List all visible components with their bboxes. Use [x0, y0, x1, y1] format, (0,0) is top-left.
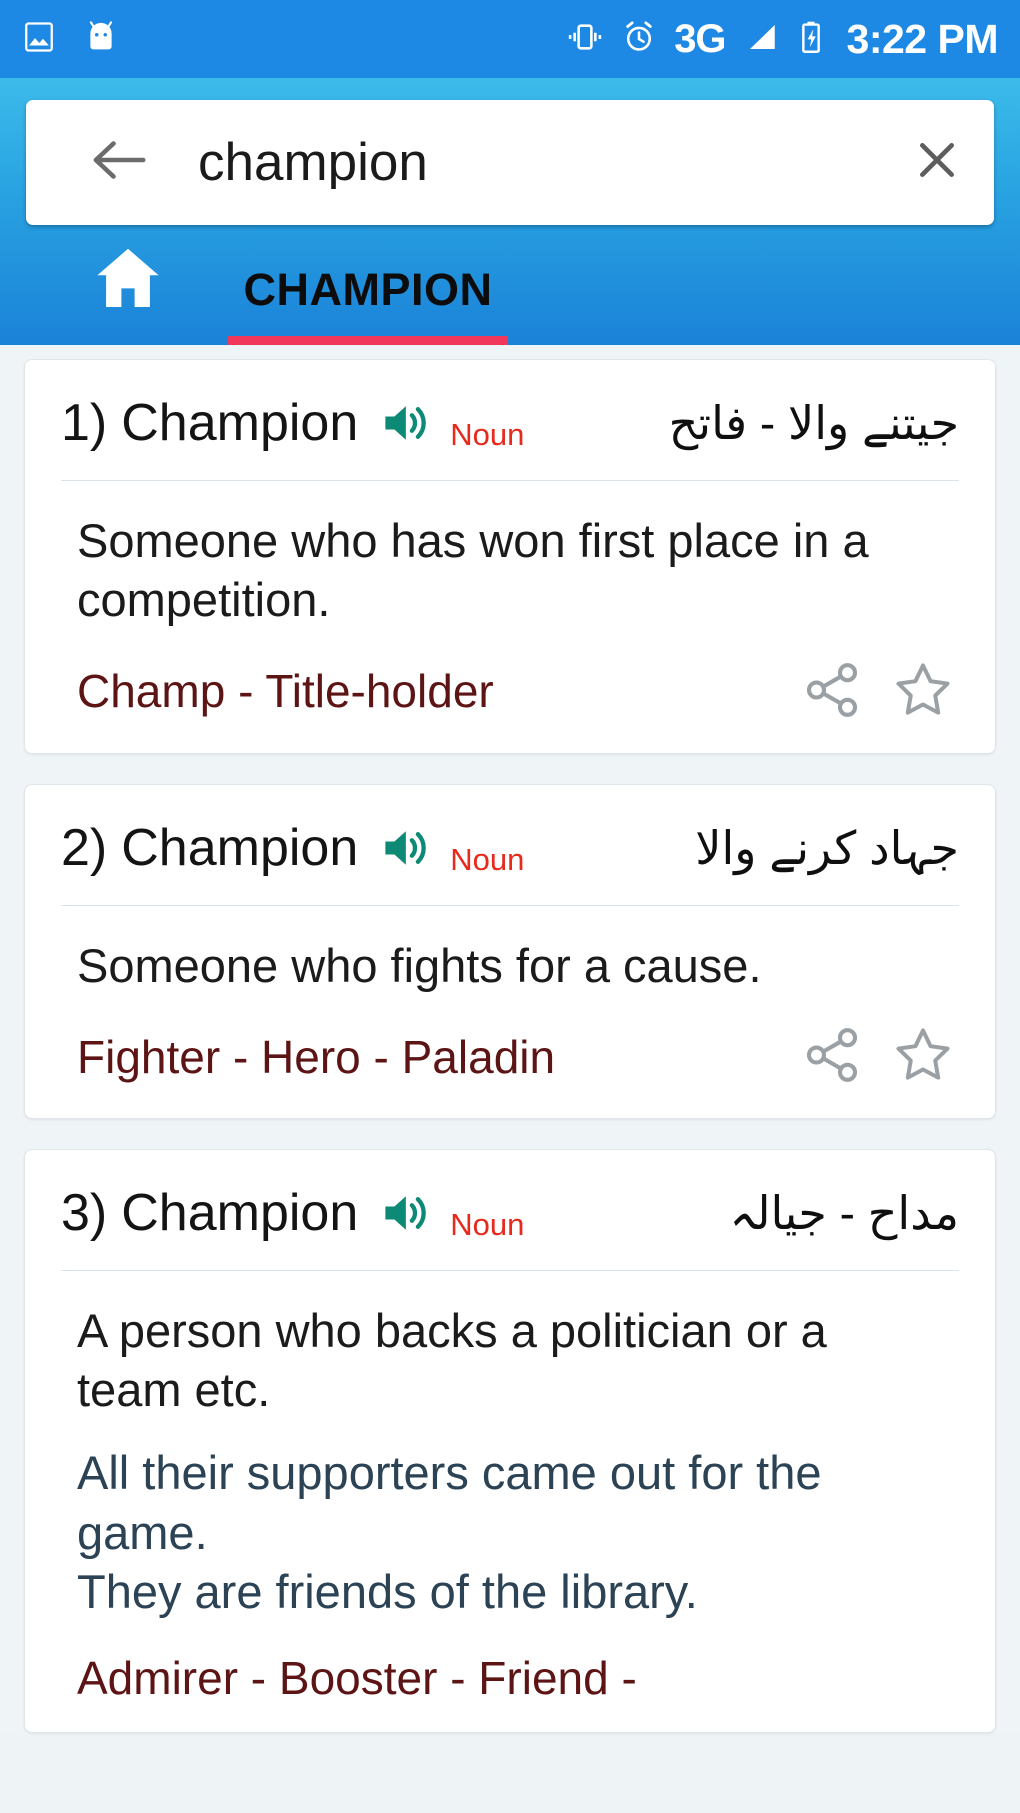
entry-header: 1) Champion Noun جیتنے والا - فاتح — [25, 360, 995, 480]
image-icon — [22, 20, 56, 59]
entry-index: 2) — [61, 818, 108, 877]
synonyms-row: Admirer - Booster - Friend - — [25, 1647, 995, 1706]
back-arrow-icon[interactable] — [86, 133, 152, 192]
status-bar-right-icons: 3G 3:22 PM — [566, 15, 999, 62]
example-list: All their supporters came out for the ga… — [77, 1443, 943, 1621]
battery-charging-icon — [798, 20, 824, 59]
part-of-speech-tag: Noun — [450, 841, 525, 877]
entry-body: A person who backs a politician or a tea… — [25, 1271, 995, 1621]
status-bar-left-icons — [22, 20, 120, 59]
part-of-speech-tag: Noun — [450, 417, 525, 453]
home-icon[interactable] — [92, 244, 164, 345]
entry-word: Champion — [121, 394, 359, 453]
search-bar[interactable]: champion — [26, 100, 994, 225]
tab-label: CHAMPION — [243, 264, 493, 315]
vibrate-icon — [566, 20, 604, 59]
synonyms-text: Fighter - Hero - Paladin — [77, 1030, 556, 1083]
definition-text: Someone who fights for a cause. — [77, 938, 762, 992]
share-icon[interactable] — [801, 1024, 863, 1091]
entry-header: 2) Champion Noun جہاد کرنے والا — [25, 785, 995, 905]
star-outline-icon[interactable] — [891, 1023, 955, 1092]
clock-time: 3:22 PM — [846, 15, 999, 62]
android-robot-icon — [82, 20, 120, 59]
entry-index: 3) — [61, 1183, 108, 1242]
synonyms-text: Admirer - Booster - Friend - — [77, 1652, 637, 1705]
tab-champion[interactable]: CHAMPION — [228, 267, 508, 345]
share-icon[interactable] — [801, 659, 863, 726]
entry-word: Champion — [121, 1183, 359, 1242]
entry-index: 1) — [61, 394, 108, 453]
card-actions — [777, 658, 955, 727]
speaker-icon[interactable] — [380, 822, 436, 874]
part-of-speech-tag: Noun — [450, 1206, 525, 1242]
entry-body: Someone who fights for a cause. — [25, 906, 995, 995]
status-bar: 3G 3:22 PM — [0, 0, 1020, 78]
synonyms-row: Fighter - Hero - Paladin — [25, 1019, 995, 1092]
star-outline-icon[interactable] — [891, 658, 955, 727]
definition-card[interactable]: 3) Champion Noun مداح - جیالہ A person w… — [24, 1148, 996, 1734]
network-type-label: 3G — [674, 17, 726, 61]
example-sentence: All their supporters came out for the ga… — [77, 1446, 822, 1559]
definition-card[interactable]: 1) Champion Noun جیتنے والا - فاتح Someo… — [24, 359, 996, 754]
speaker-icon[interactable] — [380, 1187, 436, 1239]
urdu-translation: جیتنے والا - فاتح — [668, 397, 959, 449]
alarm-icon — [621, 20, 657, 59]
definition-text: A person who backs a politician or a tea… — [77, 1303, 827, 1417]
synonyms-text: Champ - Title-holder — [77, 665, 494, 718]
tab-indicator — [228, 336, 508, 345]
signal-icon — [743, 20, 781, 59]
urdu-translation: جہاد کرنے والا — [695, 821, 959, 874]
urdu-translation: مداح - جیالہ — [729, 1186, 959, 1239]
synonyms-row: Champ - Title-holder — [25, 654, 995, 727]
definition-card[interactable]: 2) Champion Noun جہاد کرنے والا Someone … — [24, 783, 996, 1119]
tab-bar: CHAMPION — [26, 225, 994, 345]
results-list: 1) Champion Noun جیتنے والا - فاتح Someo… — [0, 345, 1020, 1734]
speaker-icon[interactable] — [380, 397, 436, 449]
entry-header: 3) Champion Noun مداح - جیالہ — [25, 1150, 995, 1270]
example-sentence: They are friends of the library. — [77, 1564, 698, 1618]
definition-text: Someone who has won first place in a com… — [77, 514, 869, 627]
entry-word: Champion — [121, 818, 359, 877]
app-bar: champion CHAMPION — [0, 78, 1020, 345]
card-actions — [777, 1023, 955, 1092]
entry-body: Someone who has won first place in a com… — [25, 481, 995, 629]
search-input[interactable]: champion — [152, 136, 900, 189]
close-icon[interactable] — [900, 133, 964, 192]
